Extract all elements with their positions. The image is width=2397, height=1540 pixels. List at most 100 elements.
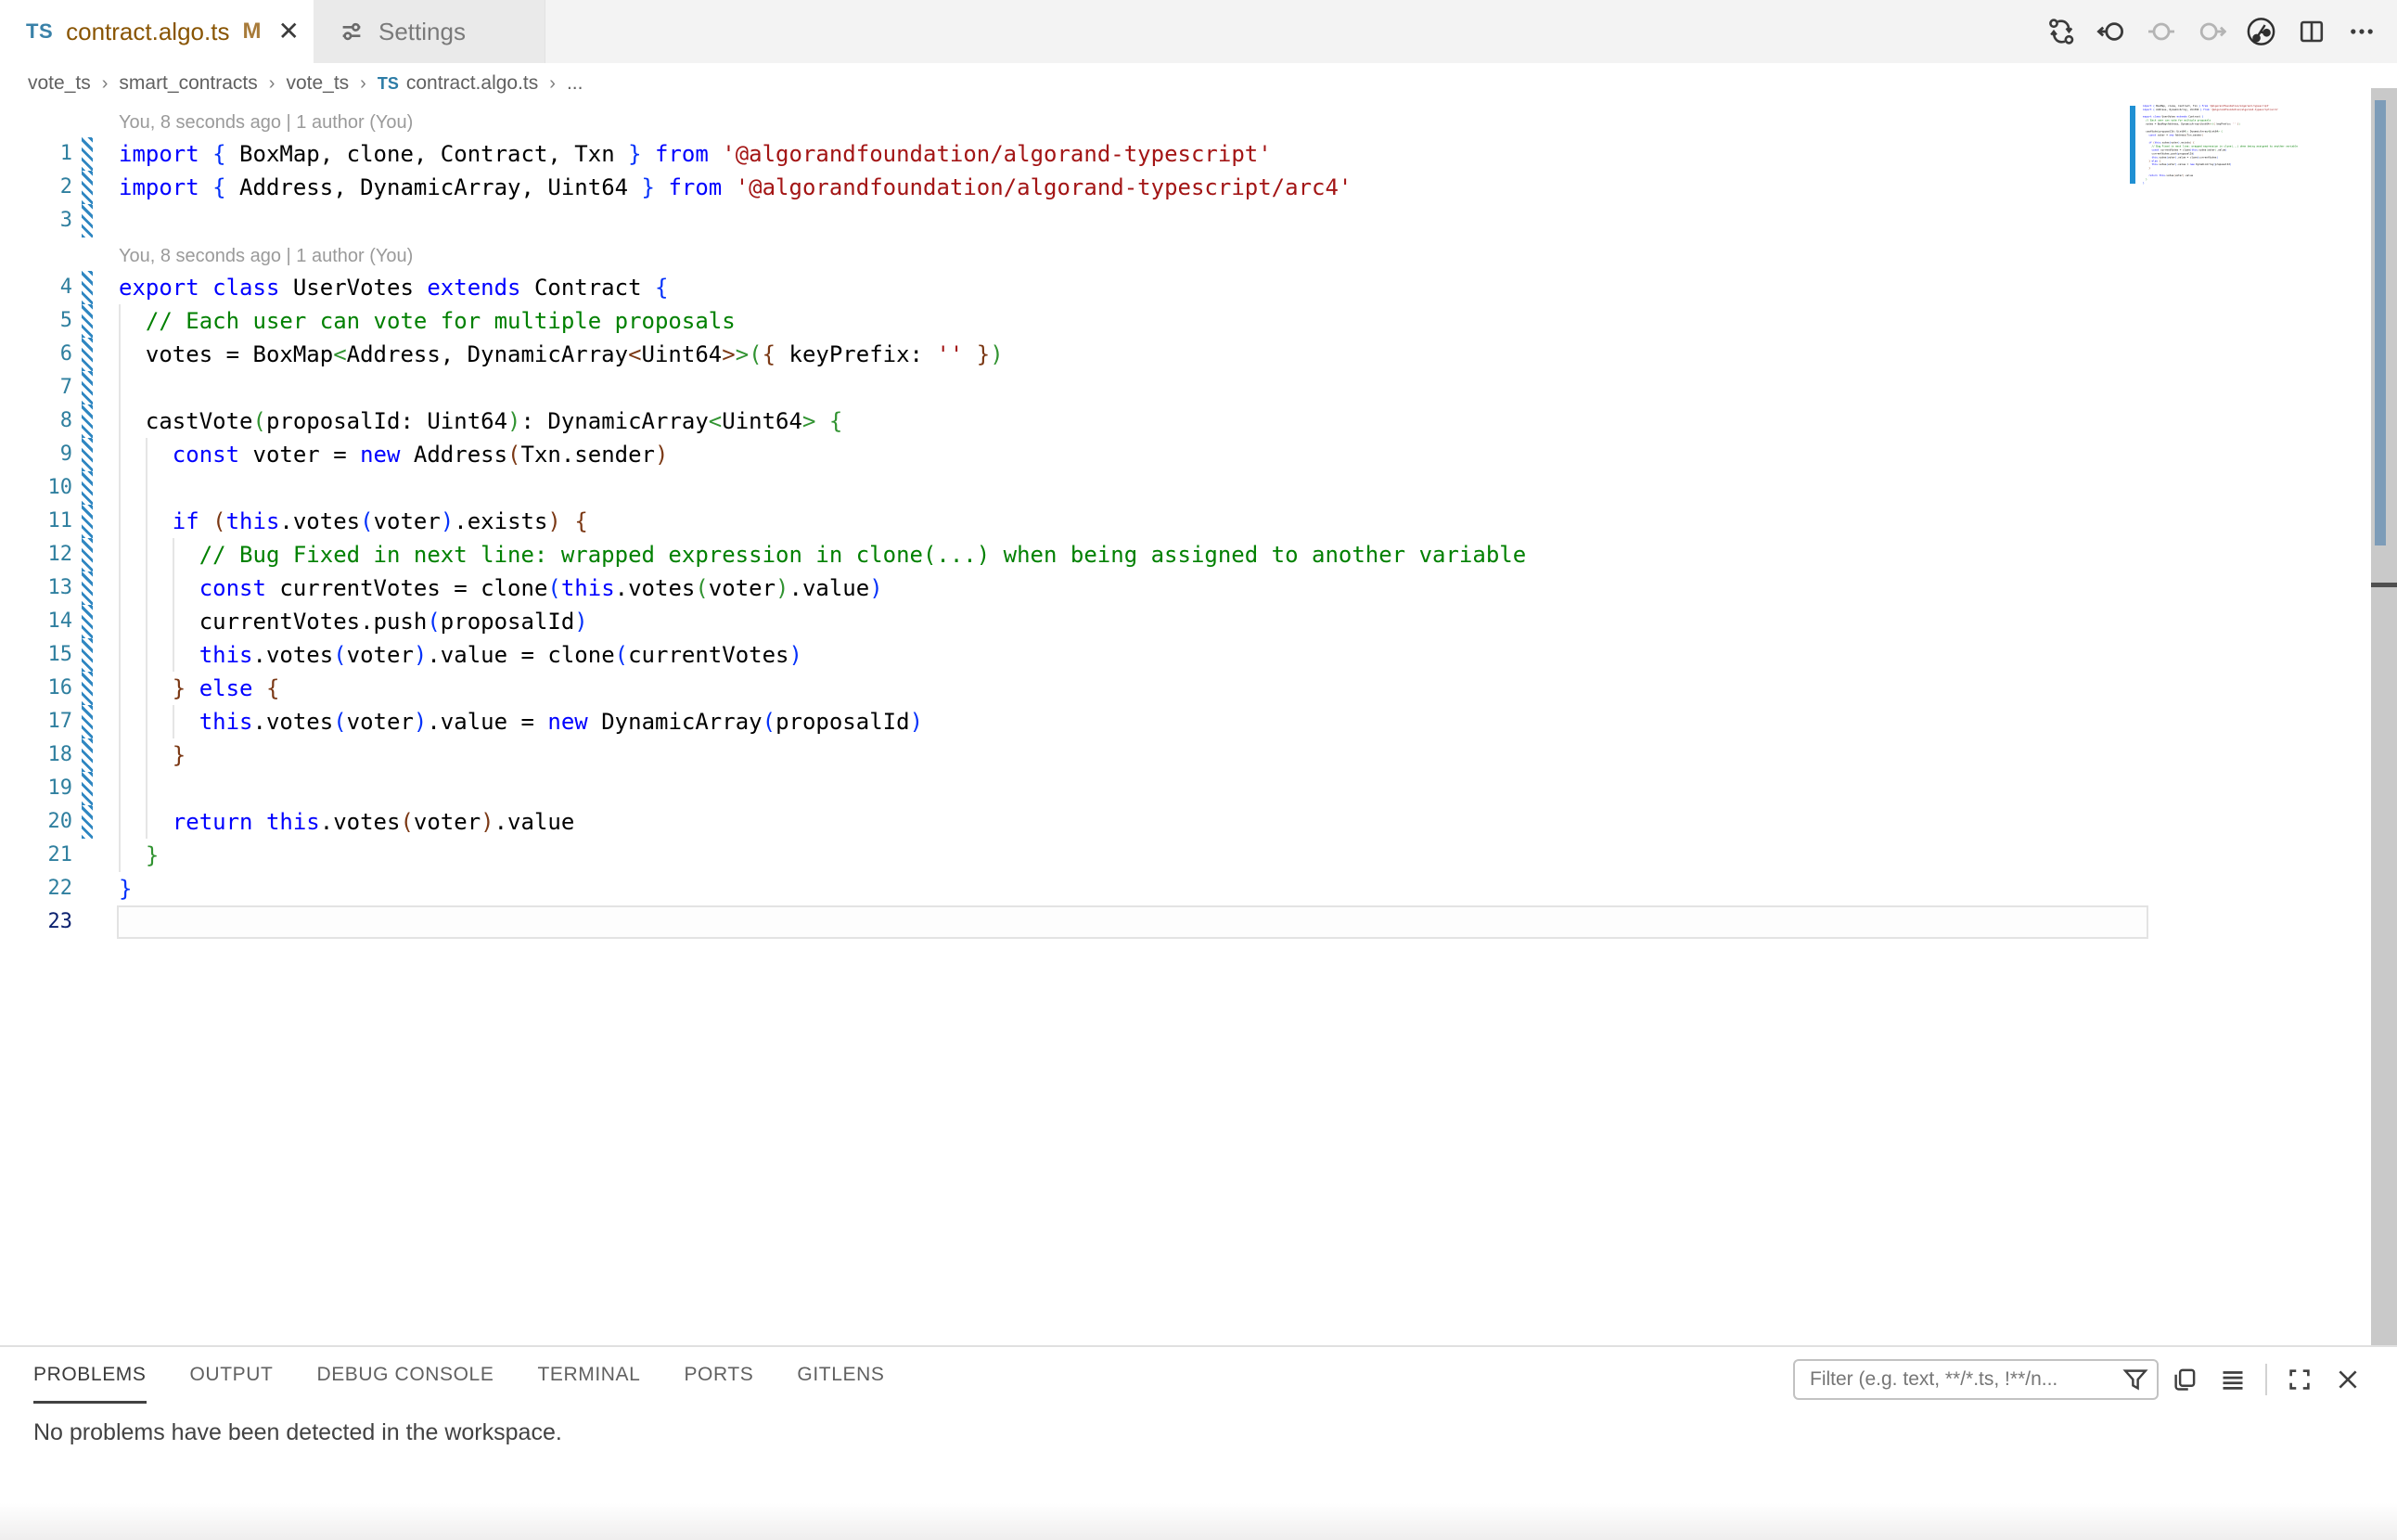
previous-change-icon[interactable] (2146, 17, 2176, 47)
code-line[interactable]: 14 currentVotes.push(proposalId) (0, 605, 2171, 638)
gutter-change-indicator[interactable] (82, 772, 93, 805)
gutter-change-indicator[interactable] (82, 605, 93, 638)
code-line[interactable]: 8 castVote(proposalId: Uint64): DynamicA… (0, 404, 2171, 438)
line-number[interactable]: 15 (0, 638, 72, 672)
code-line[interactable]: 15 this.votes(voter).value = clone(curre… (0, 638, 2171, 672)
gutter-change-indicator[interactable] (82, 438, 93, 471)
line-number[interactable]: 13 (0, 571, 72, 605)
gutter-change-indicator[interactable] (82, 271, 93, 304)
commit-graph-icon[interactable] (2246, 17, 2276, 47)
breadcrumb-item[interactable]: smart_contracts (119, 72, 257, 95)
gutter-change-indicator[interactable] (82, 672, 93, 705)
line-number[interactable]: 21 (0, 839, 72, 872)
editor-scrollbar[interactable] (2371, 88, 2397, 1345)
gutter-change-indicator[interactable] (82, 705, 93, 738)
codelens-annotation[interactable]: You, 8 seconds ago | 1 author (You) (119, 104, 413, 137)
panel-tab-gitlens[interactable]: GITLENS (797, 1364, 884, 1404)
code-line[interactable]: 6 votes = BoxMap<Address, DynamicArray<U… (0, 338, 2171, 371)
gutter-change-indicator[interactable] (82, 505, 93, 538)
gutter-change-indicator[interactable] (82, 204, 93, 237)
gutter-change-indicator[interactable] (82, 338, 93, 371)
code-line[interactable]: 20 return this.votes(voter).value (0, 805, 2171, 839)
code-line[interactable]: 21 } (0, 839, 2171, 872)
gutter-change-indicator[interactable] (82, 171, 93, 204)
code-line[interactable]: 4export class UserVotes extends Contract… (0, 271, 2171, 304)
line-number[interactable]: 5 (0, 304, 72, 338)
line-number[interactable]: 18 (0, 738, 72, 772)
gutter-change-indicator[interactable] (82, 404, 93, 438)
go-back-icon[interactable] (2096, 17, 2126, 47)
line-number[interactable]: 14 (0, 605, 72, 638)
gutter-change-indicator[interactable] (82, 805, 93, 839)
line-number[interactable]: 20 (0, 805, 72, 839)
close-tab-icon[interactable]: ✕ (277, 19, 299, 45)
line-number[interactable]: 23 (0, 905, 72, 939)
breadcrumb-symbol[interactable]: ... (567, 72, 583, 95)
code-line[interactable]: 7 (0, 371, 2171, 404)
code-line[interactable]: 17 this.votes(voter).value = new Dynamic… (0, 705, 2171, 738)
code-line[interactable]: 13 const currentVotes = clone(this.votes… (0, 571, 2171, 605)
code-line[interactable]: 9 const voter = new Address(Txn.sender) (0, 438, 2171, 471)
code-line[interactable]: 23 (0, 905, 2171, 939)
code-line[interactable]: 16 } else { (0, 672, 2171, 705)
line-number[interactable]: 22 (0, 872, 72, 905)
scrollbar-thumb[interactable] (2375, 100, 2386, 545)
panel-tab-output[interactable]: OUTPUT (190, 1364, 274, 1404)
gutter-change-indicator[interactable] (82, 571, 93, 605)
tab-contract-algo-ts[interactable]: TS contract.algo.ts M ✕ (0, 0, 314, 63)
line-number[interactable]: 2 (0, 171, 72, 204)
code-editor[interactable]: You, 8 seconds ago | 1 author (You)1impo… (0, 104, 2397, 1345)
panel-tab-ports[interactable]: PORTS (684, 1364, 753, 1404)
line-number[interactable]: 1 (0, 137, 72, 171)
split-editor-icon[interactable] (2296, 17, 2326, 47)
code-area[interactable]: You, 8 seconds ago | 1 author (You)1impo… (0, 104, 2171, 939)
collapse-all-icon[interactable] (2217, 1364, 2249, 1395)
panel-tab-problems[interactable]: PROBLEMS (33, 1364, 147, 1404)
code-line[interactable]: 3 (0, 204, 2171, 237)
gutter-change-indicator[interactable] (82, 304, 93, 338)
line-number[interactable]: 12 (0, 538, 72, 571)
line-number[interactable]: 6 (0, 338, 72, 371)
code-line[interactable]: 22} (0, 872, 2171, 905)
line-number[interactable]: 8 (0, 404, 72, 438)
tab-settings[interactable]: Settings (314, 0, 545, 63)
maximize-panel-icon[interactable] (2284, 1364, 2315, 1395)
line-number[interactable]: 16 (0, 672, 72, 705)
gutter-change-indicator[interactable] (82, 137, 93, 171)
breadcrumb-item[interactable]: vote_ts (28, 72, 91, 95)
filter-input[interactable] (1808, 1367, 2121, 1392)
minimap[interactable]: import { BoxMap, clone, Contract, Txn } … (2130, 104, 2369, 382)
panel-tab-debug-console[interactable]: DEBUG CONSOLE (316, 1364, 494, 1404)
line-number[interactable]: 9 (0, 438, 72, 471)
problems-filter-box[interactable] (1793, 1359, 2159, 1400)
code-line[interactable]: 2import { Address, DynamicArray, Uint64 … (0, 171, 2171, 204)
line-number[interactable]: 17 (0, 705, 72, 738)
line-number[interactable]: 4 (0, 271, 72, 304)
open-changes-icon[interactable] (2045, 17, 2076, 47)
code-line[interactable]: 10 (0, 471, 2171, 505)
code-line[interactable]: 5 // Each user can vote for multiple pro… (0, 304, 2171, 338)
gutter-change-indicator[interactable] (82, 538, 93, 571)
code-line[interactable]: 18 } (0, 738, 2171, 772)
line-number[interactable]: 3 (0, 204, 72, 237)
line-number[interactable]: 19 (0, 772, 72, 805)
breadcrumb-item[interactable]: vote_ts (286, 72, 349, 95)
line-number[interactable]: 11 (0, 505, 72, 538)
breadcrumb-file[interactable]: contract.algo.ts (406, 72, 538, 95)
close-panel-icon[interactable] (2332, 1364, 2364, 1395)
code-line[interactable]: 1import { BoxMap, clone, Contract, Txn }… (0, 137, 2171, 171)
next-change-icon[interactable] (2196, 17, 2226, 47)
code-line[interactable]: 19 (0, 772, 2171, 805)
code-line[interactable]: 11 if (this.votes(voter).exists) { (0, 505, 2171, 538)
gutter-change-indicator[interactable] (82, 738, 93, 772)
funnel-icon[interactable] (2121, 1366, 2149, 1393)
view-as-table-icon[interactable] (2169, 1364, 2200, 1395)
gutter-change-indicator[interactable] (82, 638, 93, 672)
more-actions-icon[interactable] (2346, 17, 2377, 47)
gutter-change-indicator[interactable] (82, 471, 93, 505)
code-line[interactable]: 12 // Bug Fixed in next line: wrapped ex… (0, 538, 2171, 571)
line-number[interactable]: 10 (0, 471, 72, 505)
gutter-change-indicator[interactable] (82, 371, 93, 404)
line-number[interactable]: 7 (0, 371, 72, 404)
codelens-annotation[interactable]: You, 8 seconds ago | 1 author (You) (119, 237, 413, 271)
